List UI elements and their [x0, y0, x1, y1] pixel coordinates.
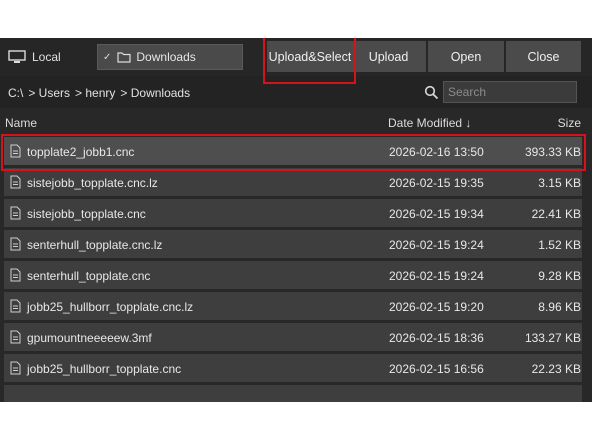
file-icon — [10, 361, 21, 375]
file-icon — [10, 330, 21, 344]
file-size: 133.27 KB — [524, 331, 581, 345]
location-tab-local[interactable]: Local — [8, 50, 61, 64]
file-date: 2026-02-15 19:34 — [389, 207, 484, 221]
file-size: 1.52 KB — [538, 238, 581, 252]
file-icon — [10, 175, 21, 189]
file-date: 2026-02-15 19:24 — [389, 269, 484, 283]
search-icon — [424, 85, 439, 99]
file-name: sistejobb_topplate.cnc.lz — [27, 176, 158, 190]
file-icon — [10, 237, 21, 251]
table-row[interactable]: senterhull_topplate.cnc 2026-02-15 19:24… — [4, 261, 582, 289]
search-input[interactable] — [443, 81, 577, 103]
table-row[interactable]: sistejobb_topplate.cnc 2026-02-15 19:34 … — [4, 199, 582, 227]
file-size: 9.28 KB — [538, 269, 581, 283]
file-name: sistejobb_topplate.cnc — [27, 207, 146, 221]
table-row[interactable]: senterhull_topplate.cnc.lz 2026-02-15 19… — [4, 230, 582, 258]
table-row[interactable]: sistejobb_topplate.cnc.lz 2026-02-15 19:… — [4, 168, 582, 196]
file-dialog: Local ✓ Downloads Upload&Select Upload O… — [0, 38, 592, 402]
file-name: gpumountneeeeew.3mf — [27, 331, 152, 345]
search-box — [424, 81, 577, 103]
file-size: 3.15 KB — [538, 176, 581, 190]
file-date: 2026-02-15 19:20 — [389, 300, 484, 314]
file-name: jobb25_hullborr_topplate.cnc.lz — [27, 300, 194, 314]
file-icon — [10, 206, 21, 220]
upload-select-highlight — [263, 38, 356, 84]
breadcrumb-downloads[interactable]: > Downloads — [120, 86, 190, 100]
file-name: senterhull_topplate.cnc — [27, 269, 151, 283]
table-row[interactable]: gpumountneeeeew.3mf 2026-02-15 18:36 133… — [4, 323, 582, 351]
breadcrumb-henry[interactable]: > henry — [75, 86, 115, 100]
column-header: Name Date Modified ↓ Size — [0, 110, 592, 132]
column-header-size[interactable]: Size — [558, 116, 581, 130]
checkmark-icon: ✓ — [103, 51, 112, 63]
close-button[interactable]: Close — [506, 41, 581, 72]
open-button[interactable]: Open — [428, 41, 504, 72]
file-date: 2026-02-15 19:24 — [389, 238, 484, 252]
file-icon — [10, 299, 21, 313]
upload-button[interactable]: Upload — [351, 41, 426, 72]
location-label: Local — [32, 50, 61, 64]
file-size: 22.41 KB — [531, 207, 581, 221]
breadcrumb-users[interactable]: > Users — [28, 86, 70, 100]
folder-dropdown-value: Downloads — [136, 50, 196, 64]
file-date: 2026-02-15 16:56 — [389, 362, 484, 376]
breadcrumb: C:\ > Users > henry > Downloads — [8, 86, 195, 100]
file-size: 8.96 KB — [538, 300, 581, 314]
file-date: 2026-02-15 18:36 — [389, 331, 484, 345]
column-header-name[interactable]: Name — [5, 116, 37, 130]
file-icon — [10, 268, 21, 282]
breadcrumb-drive[interactable]: C:\ — [8, 86, 23, 100]
table-row[interactable]: jobb25_hullborr_topplate.cnc 2026-02-15 … — [4, 354, 582, 382]
file-name: senterhull_topplate.cnc.lz — [27, 238, 163, 252]
computer-icon — [8, 50, 26, 63]
selected-row-highlight — [1, 134, 586, 171]
file-name: jobb25_hullborr_topplate.cnc — [27, 362, 182, 376]
folder-icon — [117, 52, 131, 63]
file-date: 2026-02-15 19:35 — [389, 176, 484, 190]
column-header-date[interactable]: Date Modified ↓ — [388, 116, 471, 130]
folder-dropdown[interactable]: ✓ Downloads — [97, 44, 243, 70]
table-row[interactable]: jobb25_hullborr_topplate.cnc.lz 2026-02-… — [4, 292, 582, 320]
file-size: 22.23 KB — [531, 362, 581, 376]
table-row-partial[interactable] — [4, 385, 582, 402]
